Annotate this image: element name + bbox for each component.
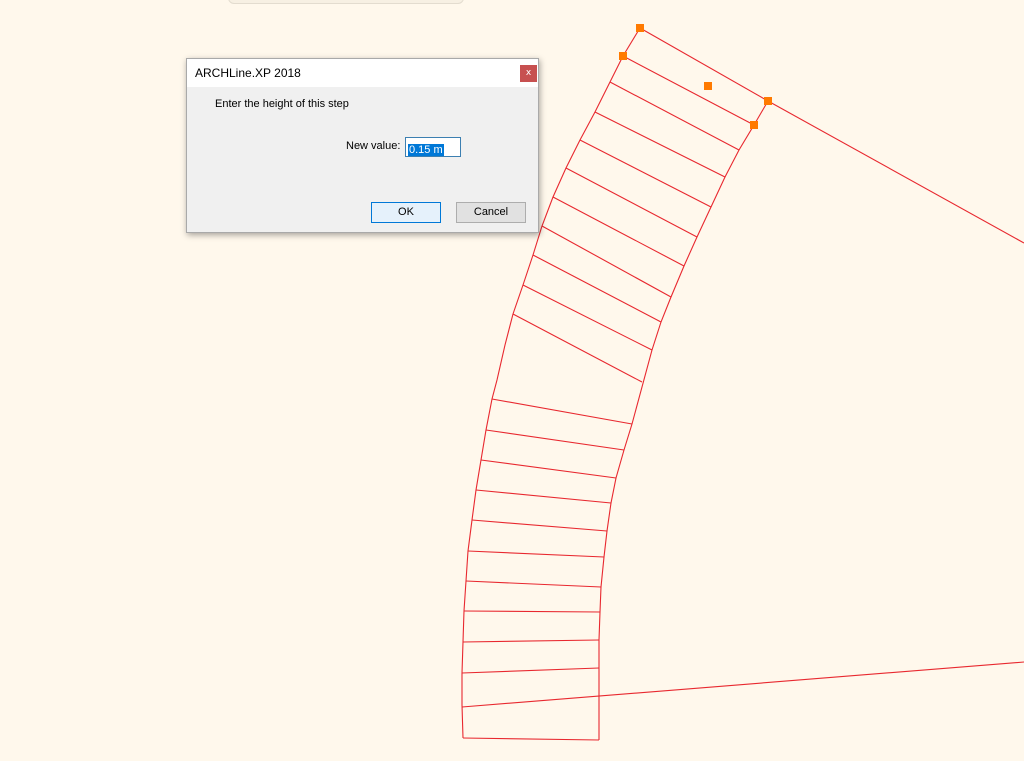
stair-step-line	[491, 398, 633, 425]
close-button[interactable]: x	[520, 65, 537, 82]
stair-step-line	[512, 313, 643, 383]
grip-handle[interactable]	[619, 52, 627, 60]
dialog-titlebar[interactable]: ARCHLine.XP 2018 x	[187, 59, 538, 87]
grip-handle[interactable]	[750, 121, 758, 129]
top-landing-top	[639, 27, 769, 102]
stair-step-line	[532, 254, 662, 323]
stair-step-line	[522, 284, 653, 351]
new-value-label: New value:	[346, 140, 401, 152]
stair-step-line	[480, 459, 617, 479]
stair-step-line	[462, 639, 600, 643]
stair-step-line	[594, 111, 726, 178]
stair-step-line	[609, 81, 740, 151]
top-landing-left	[622, 27, 641, 57]
step-height-dialog: ARCHLine.XP 2018 x Enter the height of t…	[186, 58, 539, 233]
stair-step-line	[485, 429, 625, 451]
stair-step-line	[622, 55, 755, 126]
grip-handle[interactable]	[704, 82, 712, 90]
grip-handle[interactable]	[636, 24, 644, 32]
stair-step-line	[463, 610, 601, 613]
stair-inner-edge	[598, 124, 755, 740]
stair-bottom-edge	[462, 737, 600, 741]
cancel-button[interactable]: Cancel	[456, 202, 526, 223]
new-value-text: 0.15 m	[408, 144, 444, 156]
new-value-input[interactable]: 0.15 m	[405, 137, 461, 157]
construction-line-lower	[461, 661, 1024, 708]
dialog-title: ARCHLine.XP 2018	[195, 66, 301, 80]
construction-line-upper	[767, 100, 1024, 244]
top-toolbar-edge	[228, 0, 464, 4]
stair-step-line	[465, 580, 602, 588]
stair-step-line	[467, 550, 605, 558]
stair-step-line	[552, 196, 685, 267]
stair-step-line	[579, 139, 712, 208]
grip-handle[interactable]	[764, 97, 772, 105]
selection-handles[interactable]	[619, 24, 772, 129]
ok-button[interactable]: OK	[371, 202, 441, 223]
dialog-prompt: Enter the height of this step	[215, 98, 349, 110]
stair-step-line	[471, 519, 608, 532]
stair-step-line	[541, 225, 672, 298]
stair-step-line	[475, 489, 612, 504]
stair-step-line	[461, 667, 600, 674]
stair-step-line	[565, 167, 698, 238]
staircase-drawing	[461, 27, 1024, 741]
